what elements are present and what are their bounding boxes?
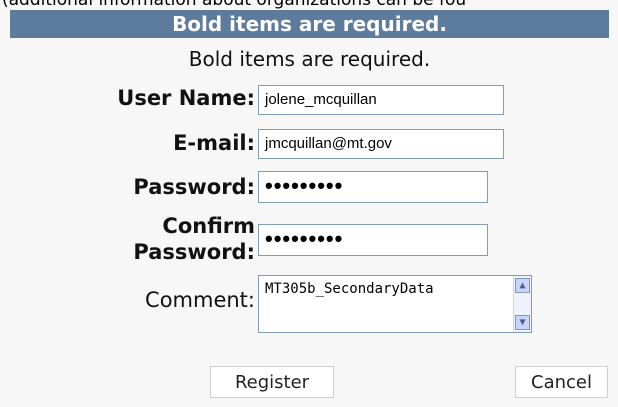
confirm-password-input[interactable]: ••••••••• [258,224,488,256]
cancel-button[interactable]: Cancel [515,366,608,398]
header-bar: Bold items are required. [10,10,609,38]
email-label: E-mail: [173,131,255,155]
comment-scrollbar[interactable]: ▲ ▼ [513,276,531,332]
confirm-password-label: Confirm Password: [20,213,255,265]
scroll-up-icon[interactable]: ▲ [515,278,530,293]
comment-label: Comment: [145,288,255,312]
comment-text: MT305b_SecondaryData [265,281,434,297]
password-label: Password: [133,175,255,199]
password-input[interactable]: ••••••••• [258,171,488,203]
username-input[interactable]: jolene_mcquillan [258,85,504,115]
register-button[interactable]: Register [210,366,334,398]
top-clipped-text: (additional information about organizati… [2,0,467,10]
confirm-label-line2: Password: [133,240,255,264]
username-label: User Name: [117,86,255,110]
required-note: Bold items are required. [188,47,431,71]
scroll-down-icon[interactable]: ▼ [515,315,530,330]
email-input[interactable]: jmcquillan@mt.gov [258,129,504,159]
comment-textarea[interactable]: MT305b_SecondaryData ▲ ▼ [258,275,532,333]
confirm-label-line1: Confirm [162,214,255,238]
